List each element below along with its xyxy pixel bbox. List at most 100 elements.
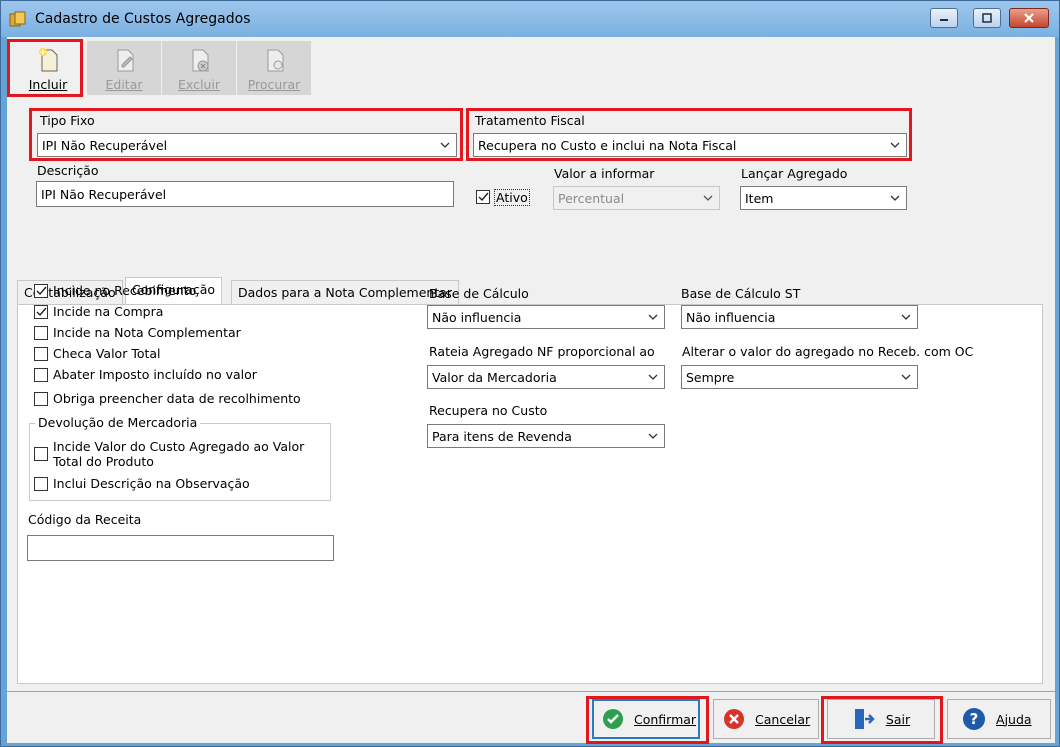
chevron-down-icon <box>901 374 911 380</box>
base-calculo-select[interactable]: Não influencia <box>427 305 665 329</box>
codigo-receita-input[interactable] <box>27 535 334 561</box>
descricao-label: Descrição <box>37 163 99 178</box>
config-checkbox-label-0: Incide no Recebimento <box>53 283 197 298</box>
close-icon <box>1024 13 1034 23</box>
lancar-agregado-select[interactable]: Item <box>740 186 907 210</box>
incide-valor-custo-label: Incide Valor do Custo Agregado ao Valor T… <box>53 439 304 469</box>
chevron-down-icon <box>703 195 713 201</box>
sair-label: Sair <box>885 711 911 727</box>
help-icon: ? <box>963 708 985 730</box>
config-checkbox-label-4: Abater Imposto incluído no valor <box>53 367 257 382</box>
lancar-agregado-label: Lançar Agregado <box>741 166 848 181</box>
title-bar[interactable]: Cadastro de Custos Agregados <box>1 1 1059 37</box>
cancelar-button[interactable]: Cancelar <box>713 699 819 739</box>
inclui-descricao-label: Inclui Descrição na Observação <box>53 476 250 491</box>
base-calculo-st-select[interactable]: Não influencia <box>681 305 918 329</box>
recupera-custo-select[interactable]: Para itens de Revenda <box>427 424 665 448</box>
codigo-receita-label: Código da Receita <box>28 512 142 527</box>
incide-valor-custo-line1: Incide Valor do Custo Agregado ao Valor <box>53 439 305 454</box>
base-calculo-label: Base de Cálculo <box>429 286 529 301</box>
chevron-down-icon <box>648 374 658 380</box>
editar-button[interactable]: Editar <box>87 41 161 95</box>
footer-divider <box>7 691 1055 692</box>
incluir-button[interactable]: Incluir <box>11 41 85 95</box>
rateia-value: Valor da Mercadoria <box>432 370 557 385</box>
checkmark-icon <box>36 307 47 317</box>
cancel-circle-icon <box>724 709 744 729</box>
config-checkbox-2[interactable] <box>34 326 48 340</box>
maximize-button[interactable] <box>973 8 1001 28</box>
config-checkbox-0[interactable] <box>34 284 48 298</box>
base-calculo-st-value: Não influencia <box>686 310 776 325</box>
confirmar-label: Confirmar <box>634 711 697 727</box>
valor-informar-value: Percentual <box>558 191 625 206</box>
procurar-label: Procurar <box>247 77 301 92</box>
chevron-down-icon <box>648 433 658 439</box>
config-checkbox-5[interactable] <box>34 392 48 406</box>
excluir-button[interactable]: Excluir <box>162 41 236 95</box>
incluir-label: Incluir <box>28 77 68 92</box>
rateia-select[interactable]: Valor da Mercadoria <box>427 365 665 389</box>
minimize-button[interactable] <box>930 8 958 28</box>
chevron-down-icon <box>890 195 900 201</box>
search-document-icon <box>267 49 284 72</box>
editar-label: Editar <box>105 77 143 92</box>
procurar-button[interactable]: Procurar <box>237 41 311 95</box>
config-checkbox-4[interactable] <box>34 368 48 382</box>
check-circle-icon <box>603 709 623 729</box>
inclui-descricao-checkbox[interactable] <box>34 477 48 491</box>
descricao-input[interactable]: IPI Não Recuperável <box>36 181 454 207</box>
tratamento-fiscal-label: Tratamento Fiscal <box>475 113 585 128</box>
recupera-custo-value: Para itens de Revenda <box>432 429 572 444</box>
alterar-valor-select[interactable]: Sempre <box>681 365 918 389</box>
valor-informar-label: Valor a informar <box>554 166 655 181</box>
excluir-label: Excluir <box>178 77 220 92</box>
tab-dados-nota[interactable]: Dados para a Nota Complementar <box>231 280 460 304</box>
tipo-fixo-value: IPI Não Recuperável <box>42 138 168 153</box>
ativo-label: Ativo <box>494 189 530 206</box>
ajuda-label: Ajuda <box>996 711 1032 727</box>
exit-door-icon <box>854 709 875 729</box>
base-calculo-st-label: Base de Cálculo ST <box>681 286 801 301</box>
lancar-agregado-value: Item <box>745 191 774 206</box>
incide-valor-custo-checkbox[interactable] <box>34 447 48 461</box>
checkmark-icon <box>36 286 47 296</box>
sair-button[interactable]: Sair <box>827 699 935 739</box>
config-checkbox-label-5: Obriga preencher data de recolhimento <box>53 391 301 406</box>
base-calculo-value: Não influencia <box>432 310 522 325</box>
alterar-valor-label: Alterar o valor do agregado no Receb. co… <box>682 344 974 359</box>
checkmark-icon <box>478 192 489 202</box>
svg-text:?: ? <box>970 710 979 728</box>
config-checkbox-3[interactable] <box>34 347 48 361</box>
config-checkbox-label-3: Checa Valor Total <box>53 346 161 361</box>
rateia-label: Rateia Agregado NF proporcional ao <box>429 344 655 359</box>
client-area: Incluir Editar Excluir Procurar Tipo Fix… <box>7 37 1055 743</box>
incide-valor-custo-line2: Total do Produto <box>53 454 154 469</box>
maximize-icon <box>982 13 992 23</box>
config-checkbox-label-2: Incide na Nota Complementar <box>53 325 241 340</box>
chevron-down-icon <box>890 142 900 148</box>
chevron-down-icon <box>648 314 658 320</box>
window-title: Cadastro de Custos Agregados <box>35 11 251 27</box>
ativo-checkbox[interactable] <box>476 190 490 204</box>
cancelar-label: Cancelar <box>755 711 811 727</box>
new-document-icon <box>39 48 58 72</box>
confirmar-button[interactable]: Confirmar <box>592 699 700 739</box>
minimize-icon <box>940 19 948 21</box>
config-checkbox-1[interactable] <box>34 305 48 319</box>
chevron-down-icon <box>901 314 911 320</box>
chevron-down-icon <box>440 142 450 148</box>
tipo-fixo-label: Tipo Fixo <box>40 113 95 128</box>
close-button[interactable] <box>1009 8 1049 28</box>
config-checkbox-label-1: Incide na Compra <box>53 304 164 319</box>
edit-document-icon <box>117 49 134 72</box>
valor-informar-select[interactable]: Percentual <box>553 186 720 210</box>
tratamento-fiscal-select[interactable]: Recupera no Custo e inclui na Nota Fisca… <box>473 133 907 157</box>
tipo-fixo-select[interactable]: IPI Não Recuperável <box>37 133 457 157</box>
app-icon <box>9 11 26 27</box>
recupera-custo-label: Recupera no Custo <box>429 403 548 418</box>
tratamento-fiscal-value: Recupera no Custo e inclui na Nota Fisca… <box>478 138 737 153</box>
devolucao-title: Devolução de Mercadoria <box>35 415 201 430</box>
application-window: Cadastro de Custos Agregados Incluir Edi… <box>0 0 1060 747</box>
ajuda-button[interactable]: ? Ajuda <box>947 699 1051 739</box>
